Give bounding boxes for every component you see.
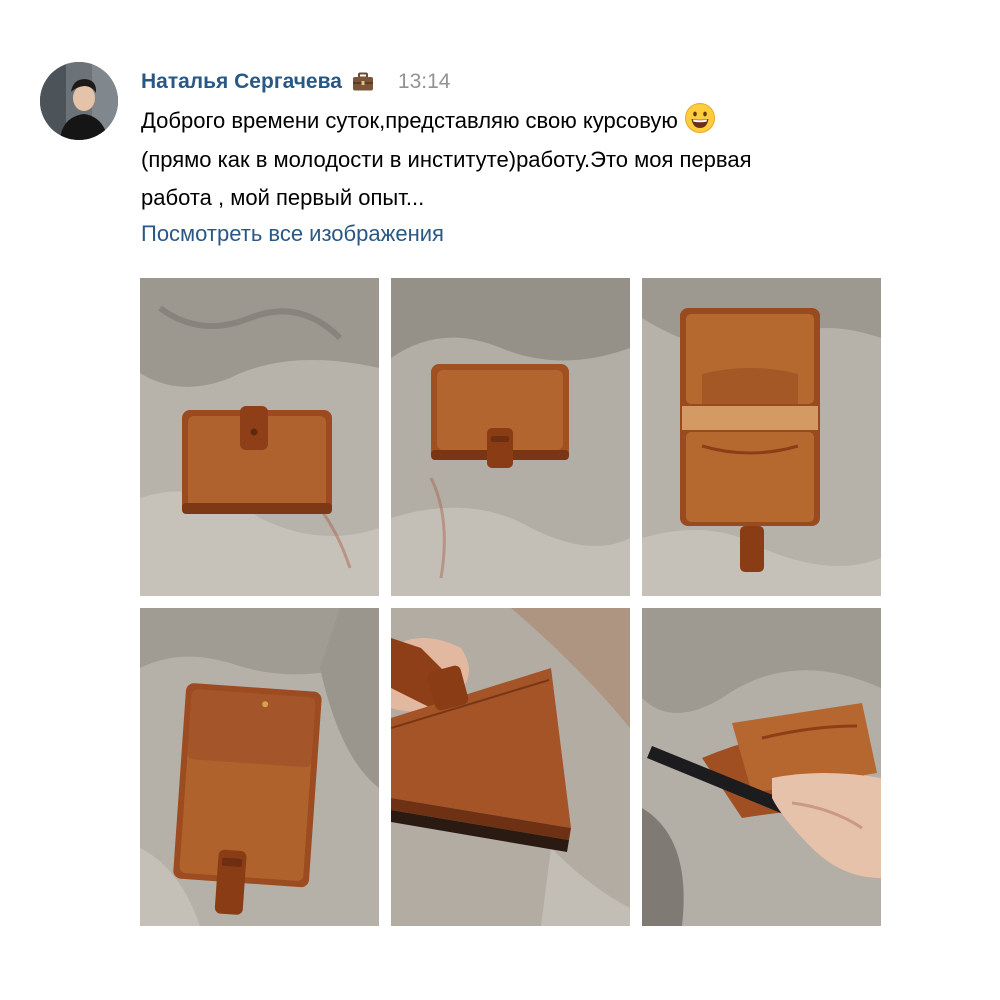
photo-thumbnail-6[interactable] [642, 608, 881, 926]
post-text-line: (прямо как в молодости в институте)работ… [141, 146, 752, 172]
grinning-face-emoji-icon [684, 102, 716, 134]
feed-post: Наталья Сергачева 13:14 Доброго времени … [0, 0, 1000, 1000]
photo-thumbnail-1[interactable] [140, 278, 379, 596]
view-all-images-link[interactable]: Посмотреть все изображения [141, 221, 444, 247]
author-avatar[interactable] [40, 62, 118, 140]
post-text-line: работа , мой первый опыт... [141, 185, 425, 210]
post-time[interactable]: 13:14 [398, 70, 451, 94]
briefcase-icon [352, 72, 374, 92]
photo-thumbnail-4[interactable] [140, 608, 379, 926]
post-text-line: Доброго времени суток,представляю свою к… [141, 102, 961, 141]
photo-thumbnail-5[interactable] [391, 608, 630, 926]
photo-thumbnail-2[interactable] [391, 278, 630, 596]
photo-thumbnail-3[interactable] [642, 278, 881, 596]
author-name[interactable]: Наталья Сергачева [141, 70, 342, 94]
post-text: Доброго времени суток,представляю свою к… [141, 102, 961, 218]
post-header: Наталья Сергачева 13:14 [141, 66, 450, 98]
